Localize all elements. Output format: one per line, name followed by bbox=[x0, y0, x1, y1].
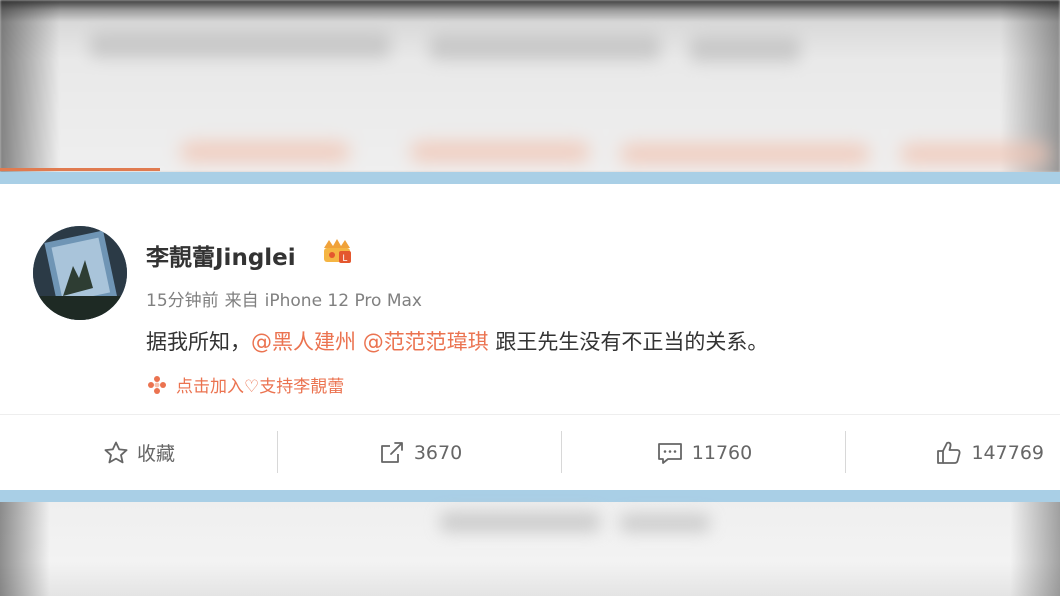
post-meta: 15分钟前 来自 iPhone 12 Pro Max bbox=[146, 286, 422, 311]
screenshot-frame: 李靚蕾Jinglei L 15分钟前 来自 iPhone 12 Pro Max 据我… bbox=[0, 0, 1060, 596]
avatar-photo bbox=[33, 226, 127, 320]
like-button[interactable]: 147769 bbox=[846, 415, 1060, 490]
support-link-label: 点击加入♡支持李靚蕾 bbox=[176, 377, 345, 397]
like-count: 147769 bbox=[971, 441, 1044, 464]
vignette-left bbox=[0, 0, 60, 172]
favorite-button[interactable]: 收藏 bbox=[0, 415, 278, 490]
post-content: 据我所知，@黑人建州 @范范范瑋琪 跟王先生没有不正当的关系。 bbox=[146, 326, 768, 356]
blurred-background-top bbox=[0, 0, 1060, 172]
favorite-label: 收藏 bbox=[136, 443, 175, 465]
repost-button[interactable]: 3670 bbox=[278, 415, 562, 490]
frame-bar-top bbox=[0, 172, 1060, 184]
flower-icon bbox=[148, 376, 166, 394]
vip-crown-icon[interactable]: L bbox=[320, 236, 354, 266]
thumbs-up-icon bbox=[937, 441, 961, 464]
repost-count: 3670 bbox=[413, 441, 463, 464]
action-bar: 收藏 3670 11760 147769 bbox=[0, 415, 1060, 490]
content-prefix: 据我所知， bbox=[146, 330, 251, 354]
support-link[interactable]: 点击加入♡支持李靚蕾 bbox=[146, 372, 344, 397]
frame-bar-bottom bbox=[0, 490, 1060, 502]
mention-link[interactable]: @黑人建州 bbox=[251, 330, 356, 354]
share-icon bbox=[380, 441, 403, 463]
comment-icon bbox=[657, 442, 682, 464]
accent-underline bbox=[0, 168, 160, 171]
comment-button[interactable]: 11760 bbox=[562, 415, 846, 490]
post-time[interactable]: 15分钟前 bbox=[146, 291, 219, 311]
comment-count: 11760 bbox=[691, 441, 753, 464]
vignette-right bbox=[1010, 502, 1060, 596]
blurred-text-block bbox=[620, 514, 710, 532]
blurred-link-block bbox=[180, 142, 350, 162]
blurred-text-block bbox=[90, 32, 390, 58]
star-icon bbox=[104, 441, 128, 463]
vignette-left bbox=[0, 502, 50, 596]
blurred-link-block bbox=[900, 144, 1050, 164]
author-name[interactable]: 李靚蕾Jinglei bbox=[146, 238, 296, 272]
blurred-text-block bbox=[430, 34, 660, 60]
blurred-text-block bbox=[690, 36, 800, 62]
svg-text:L: L bbox=[342, 253, 347, 263]
blurred-link-block bbox=[620, 144, 870, 164]
content-suffix: 跟王先生没有不正当的关系。 bbox=[495, 330, 769, 354]
blurred-text-block bbox=[440, 512, 600, 532]
blurred-link-block bbox=[410, 142, 590, 162]
post-device[interactable]: iPhone 12 Pro Max bbox=[265, 291, 422, 311]
author-avatar[interactable] bbox=[33, 226, 127, 320]
blurred-background-bottom bbox=[0, 502, 1060, 596]
mention-link[interactable]: @范范范瑋琪 bbox=[363, 330, 489, 354]
post-card: 李靚蕾Jinglei L 15分钟前 来自 iPhone 12 Pro Max 据我… bbox=[0, 184, 1060, 490]
post-source-prefix: 来自 bbox=[224, 291, 259, 311]
